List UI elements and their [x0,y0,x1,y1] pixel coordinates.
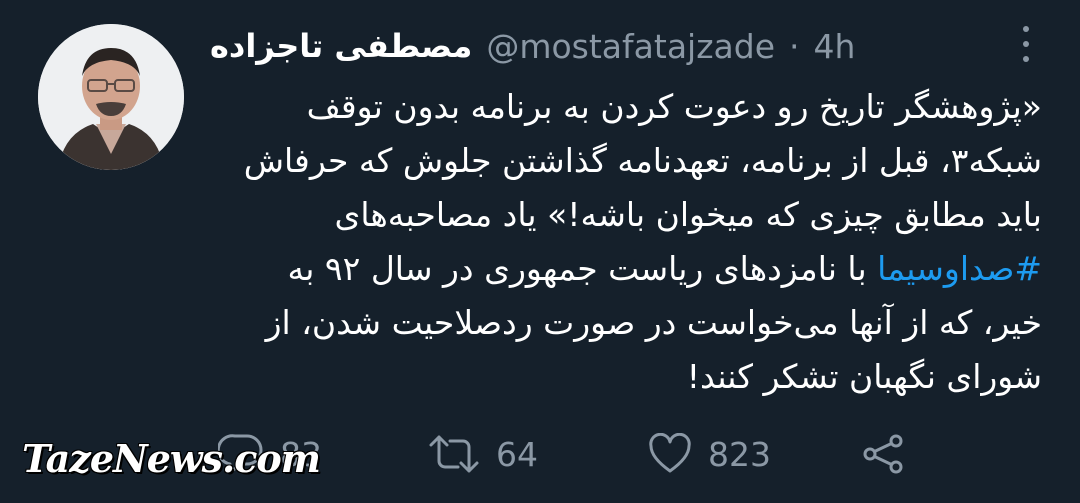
hashtag-link[interactable]: #صداوسیما [877,249,1042,288]
separator: · [789,26,800,66]
author-handle[interactable]: @mostafatajzade [486,27,775,66]
avatar[interactable] [38,24,184,170]
tweet-line: شورای نگهبان تشکر کنند! [686,357,1042,396]
tweet-line: خیر، که از آنها می‌خواست در صورت ردصلاحی… [265,303,1042,342]
tweet-header: مصطفی تاجزاده @mostafatajzade · 4h [210,22,990,70]
heart-icon [649,433,691,473]
tweet-text: «پژوهشگر تاریخ رو دعوت کردن به برنامه بد… [212,80,1042,404]
avatar-image [38,24,184,170]
share-icon [863,434,903,474]
watermark-logo: TazeNews.com [22,436,321,481]
retweet-button[interactable]: 64 [428,424,538,484]
like-button[interactable]: 823 [648,424,771,484]
tweet-line: شبکه۳، قبل از برنامه، تعهدنامه گذاشتن جل… [243,141,1042,180]
like-count: 823 [708,434,771,474]
tweet-line-rest: با نامزدهای ریاست جمهوری در سال ۹۲ به [287,249,878,288]
tweet-line-with-hashtag: #صداوسیما با نامزدهای ریاست جمهوری در سا… [212,242,1043,296]
author-name[interactable]: مصطفی تاجزاده [210,27,472,65]
retweet-icon [429,435,479,473]
tweet-line: باید مطابق چیزی که میخوان باشه!» یاد مصا… [334,195,1043,234]
share-button[interactable] [860,424,906,484]
tweet-time[interactable]: 4h [814,27,856,66]
more-vertical-icon[interactable] [1018,26,1034,62]
tweet-line: «پژوهشگر تاریخ رو دعوت کردن به برنامه بد… [306,87,1042,126]
retweet-count: 64 [496,434,538,474]
